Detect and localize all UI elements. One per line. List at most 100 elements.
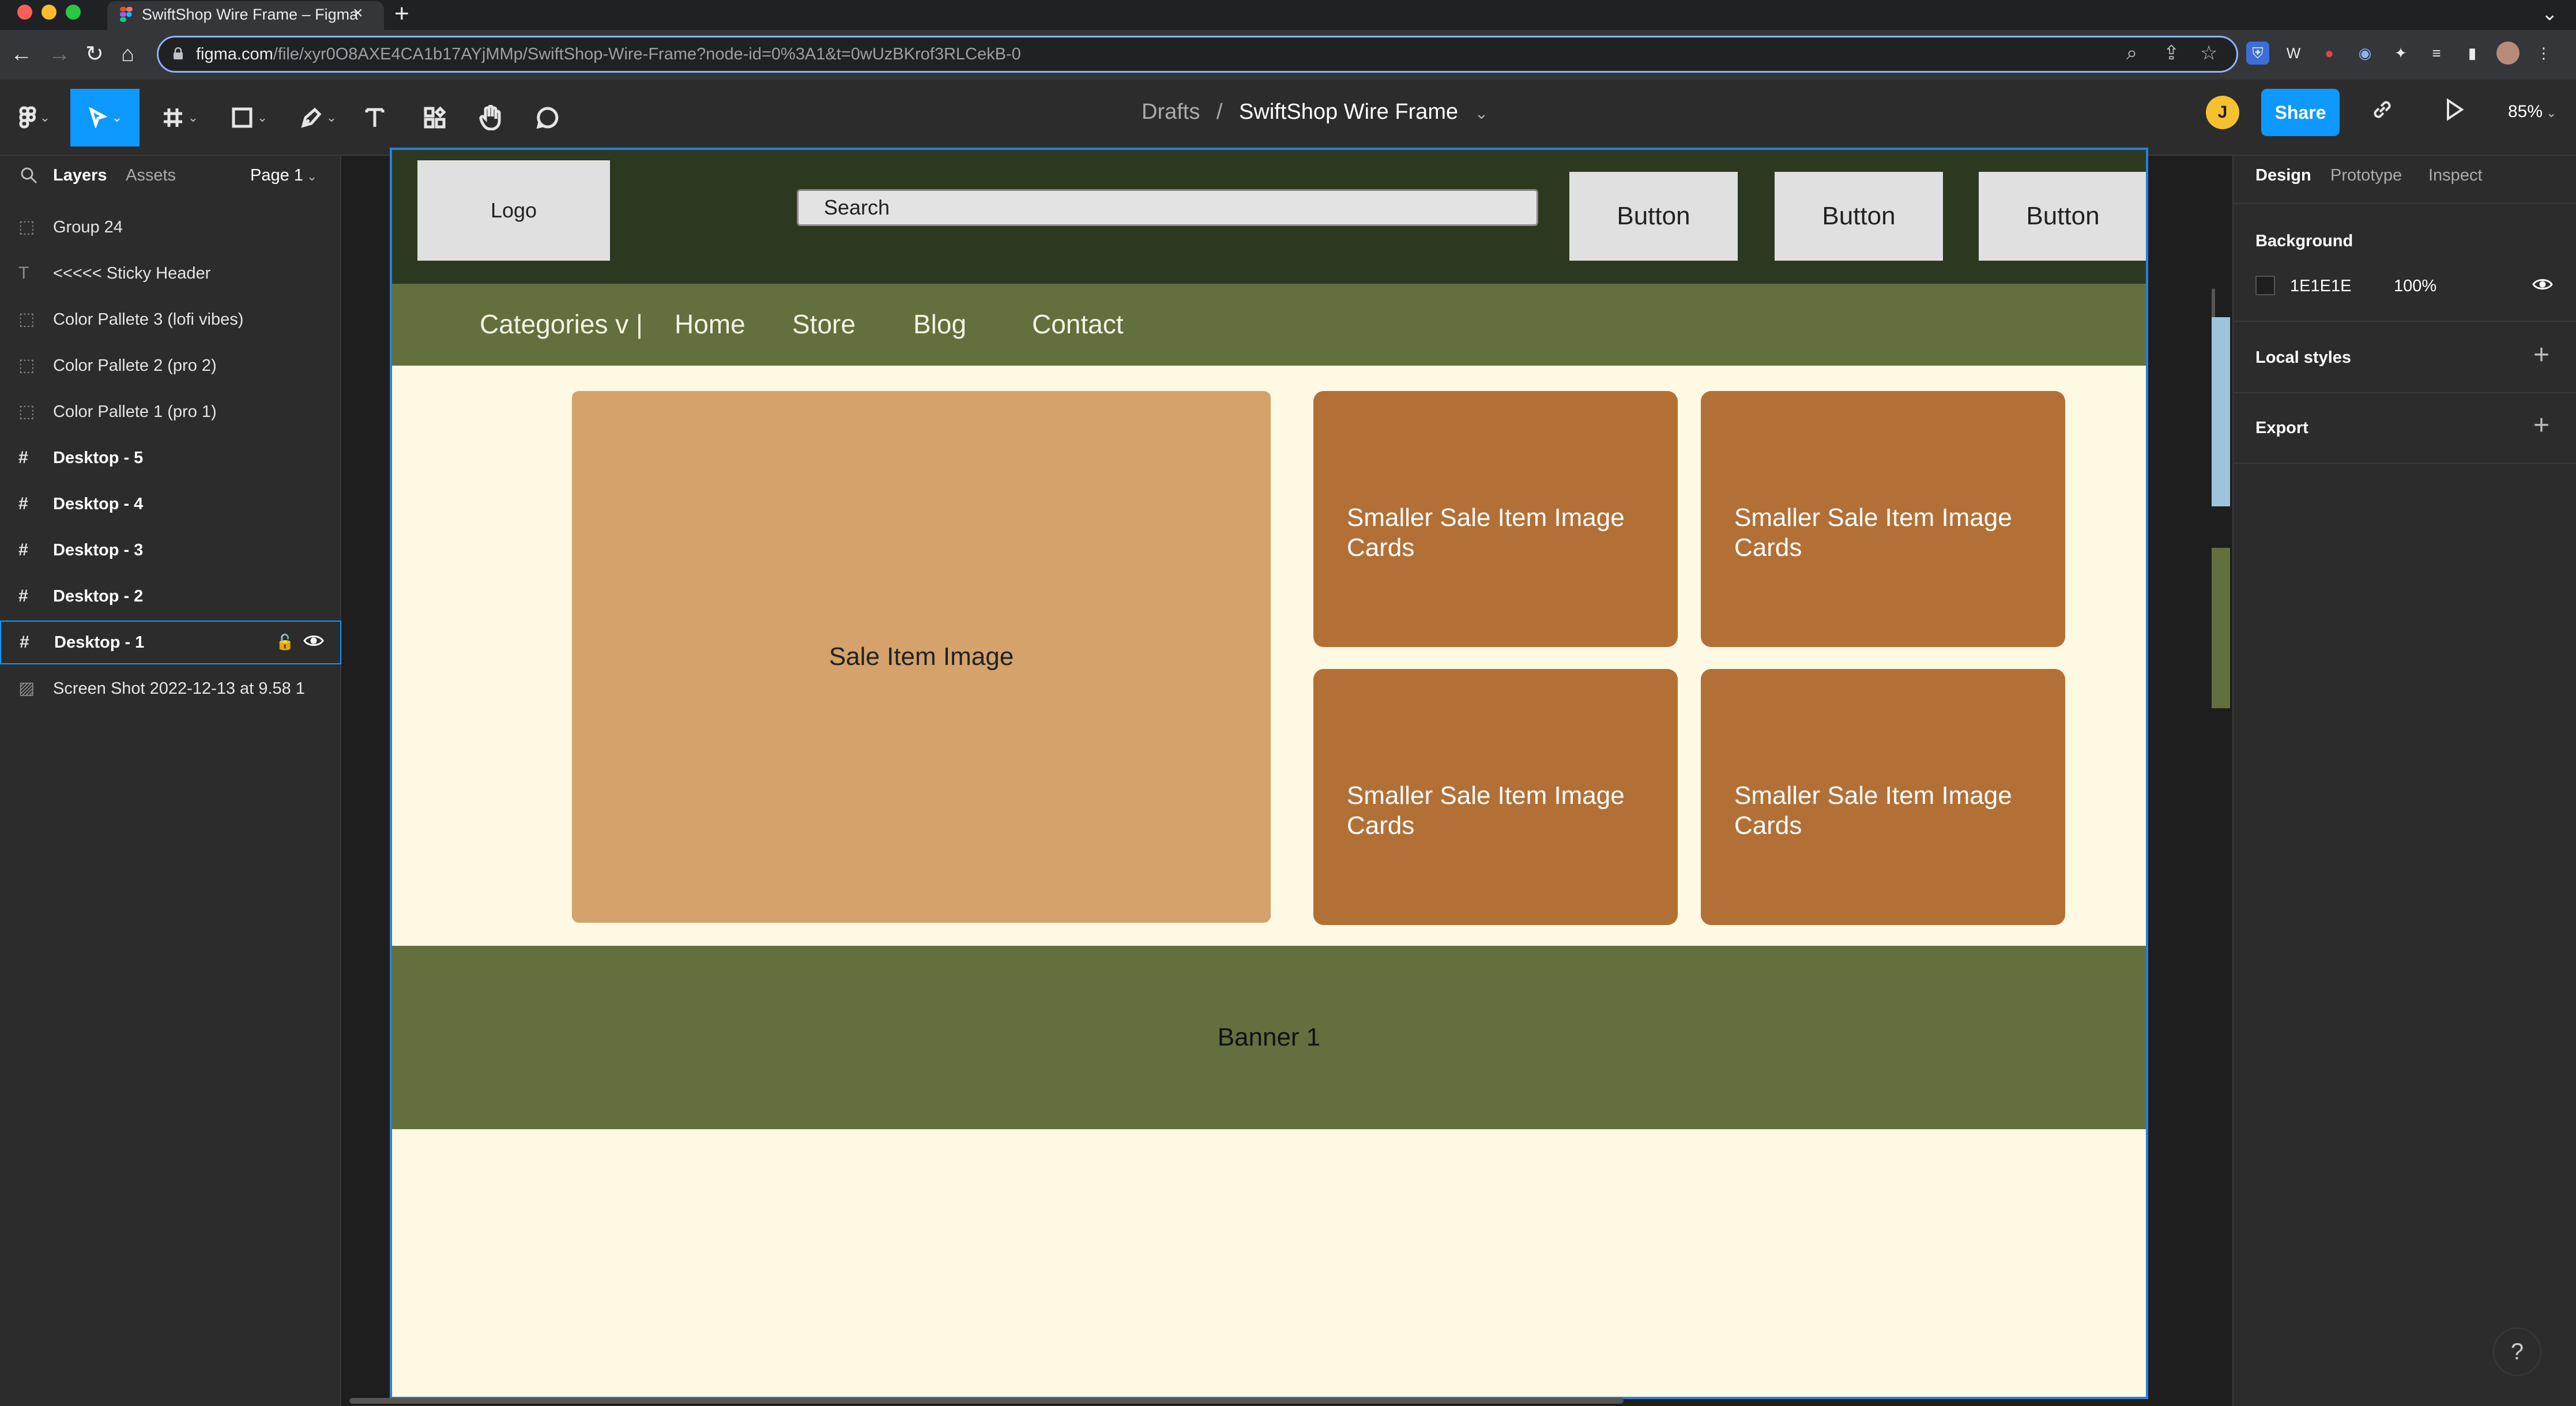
breadcrumb: Drafts / SwiftShop Wire Frame ⌄ — [1142, 98, 1488, 127]
sale-item-image[interactable]: Sale Item Image — [572, 391, 1271, 923]
frame-icon: # — [20, 633, 29, 652]
reload-icon[interactable]: ↻ — [85, 40, 104, 68]
lock-icon[interactable] — [173, 47, 183, 60]
sale-card-2[interactable]: Smaller Sale Item Image Cards — [1701, 391, 2065, 647]
background-visibility-eye-icon[interactable] — [2532, 277, 2553, 292]
url-text[interactable]: figma.com/file/xyr0O8AXE4CA1b17AYjMMp/Sw… — [196, 44, 1021, 65]
desktop-1-frame[interactable]: Logo Search Button Button Button Categor… — [390, 148, 2148, 1399]
frame-tool-button[interactable]: ⌄ — [151, 89, 209, 146]
extension-red-icon[interactable]: ● — [2318, 42, 2341, 65]
copy-link-icon[interactable] — [2368, 96, 2396, 123]
layer-label: Color Pallete 3 (lofi vibes) — [53, 310, 244, 329]
layer-row[interactable]: ⬚ Color Pallete 2 (pro 2) — [0, 344, 341, 388]
tab-search-chevron-icon[interactable]: ⌄ — [2541, 2, 2558, 25]
layer-row[interactable]: # Desktop - 2 — [0, 574, 341, 618]
nav-categories[interactable]: Categories v | — [480, 307, 643, 341]
back-arrow-icon[interactable]: ← — [10, 40, 32, 68]
background-hex-field[interactable]: 1E1E1E — [2290, 275, 2351, 298]
help-button[interactable]: ? — [2493, 1328, 2541, 1376]
zoom-dropdown[interactable]: 85% ⌄ — [2508, 99, 2556, 126]
wireframe-button-2[interactable]: Button — [1775, 172, 1943, 261]
add-export-plus-icon[interactable]: + — [2533, 411, 2549, 441]
banner-1[interactable]: Banner 1 — [392, 946, 2146, 1129]
shape-tool-button[interactable]: ⌄ — [220, 89, 278, 146]
canvas-vertical-scrollbar[interactable] — [2209, 288, 2230, 708]
extension-shield-icon[interactable]: ⛨ — [2246, 42, 2269, 65]
layer-label: Desktop - 5 — [53, 448, 144, 467]
maximize-window-button[interactable] — [66, 5, 81, 20]
image-icon: ▨ — [18, 679, 35, 698]
unlock-icon[interactable]: 🔓 — [276, 633, 294, 651]
tab-design[interactable]: Design — [2255, 164, 2311, 187]
side-panel-icon[interactable]: ▮ — [2461, 42, 2484, 65]
wireframe-search-input[interactable]: Search — [797, 189, 1538, 226]
page-selector[interactable]: Page 1 ⌄ — [250, 164, 317, 188]
breadcrumb-drafts[interactable]: Drafts — [1142, 100, 1200, 124]
reading-list-icon[interactable]: ≡ — [2425, 42, 2448, 65]
profile-avatar[interactable] — [2496, 42, 2519, 65]
hand-icon — [479, 105, 501, 130]
share-button[interactable]: Share — [2261, 89, 2340, 136]
layer-row[interactable]: # Desktop - 3 — [0, 528, 341, 572]
user-avatar[interactable]: J — [2206, 96, 2239, 129]
extensions-puzzle-icon[interactable]: ✦ — [2389, 42, 2412, 65]
file-name[interactable]: SwiftShop Wire Frame — [1239, 100, 1458, 124]
close-window-button[interactable] — [17, 5, 32, 20]
tab-layers[interactable]: Layers — [53, 164, 107, 187]
layer-row[interactable]: ⬚ Color Pallete 1 (pro 1) — [0, 390, 341, 434]
present-play-icon[interactable] — [2441, 97, 2466, 122]
layer-label: Desktop - 2 — [53, 587, 144, 606]
canvas-horizontal-scrollbar[interactable] — [349, 1398, 1624, 1404]
wireframe-button-3[interactable]: Button — [1979, 172, 2146, 261]
page-name: Page 1 — [250, 166, 303, 185]
background-color-swatch[interactable] — [2255, 276, 2275, 295]
tab-inspect[interactable]: Inspect — [2428, 164, 2483, 187]
layer-row[interactable]: # Desktop - 5 — [0, 436, 341, 480]
forward-arrow-icon[interactable]: → — [48, 40, 70, 68]
sale-card-4[interactable]: Smaller Sale Item Image Cards — [1701, 669, 2065, 925]
text-tool-button[interactable] — [357, 89, 392, 146]
layer-row[interactable]: ▨ Screen Shot 2022-12-13 at 9.58 1 — [0, 667, 341, 710]
move-tool-button[interactable]: ⌄ — [70, 89, 140, 146]
sale-card-1[interactable]: Smaller Sale Item Image Cards — [1313, 391, 1678, 647]
sale-card-3[interactable]: Smaller Sale Item Image Cards — [1313, 669, 1678, 925]
visibility-eye-icon[interactable] — [303, 633, 324, 648]
wireframe-logo[interactable]: Logo — [417, 160, 610, 261]
bookmark-star-icon[interactable]: ☆ — [2200, 42, 2217, 65]
pen-tool-button[interactable]: ⌄ — [289, 89, 347, 146]
layer-row[interactable]: ⬚ Group 24 — [0, 205, 341, 249]
comment-tool-button[interactable] — [528, 89, 567, 146]
design-panel — [2232, 156, 2576, 1406]
share-page-icon[interactable]: ⇪ — [2163, 42, 2180, 65]
nav-home[interactable]: Home — [675, 307, 745, 341]
layer-row[interactable]: ⬚ Color Pallete 3 (lofi vibes) — [0, 298, 341, 341]
tab-close-icon[interactable]: × — [353, 5, 363, 22]
add-local-style-plus-icon[interactable]: + — [2533, 340, 2549, 370]
file-menu-chevron-icon[interactable]: ⌄ — [1475, 104, 1488, 122]
panel-divider — [2232, 392, 2576, 393]
wireframe-header: Logo Search Button Button Button — [392, 150, 2146, 284]
minimize-window-button[interactable] — [42, 5, 57, 20]
layer-row[interactable]: T <<<<< Sticky Header — [0, 251, 341, 295]
hand-tool-button[interactable] — [470, 89, 510, 146]
background-section-title: Background — [2255, 232, 2353, 250]
nav-store[interactable]: Store — [792, 307, 856, 341]
browser-menu-icon[interactable]: ⋮ — [2532, 42, 2555, 65]
background-opacity-field[interactable]: 100% — [2394, 275, 2436, 298]
home-icon[interactable]: ⌂ — [121, 40, 134, 68]
extension-circle-icon[interactable]: ◉ — [2353, 42, 2377, 65]
tab-assets[interactable]: Assets — [126, 164, 176, 187]
nav-blog[interactable]: Blog — [913, 307, 966, 341]
wireframe-button-1[interactable]: Button — [1569, 172, 1738, 261]
layer-search-icon[interactable] — [18, 165, 39, 186]
zoom-magnifier-icon[interactable]: ⌕ — [2126, 42, 2137, 65]
tab-prototype[interactable]: Prototype — [2330, 164, 2402, 187]
extension-w-icon[interactable]: W — [2282, 42, 2305, 65]
resources-button[interactable] — [415, 89, 454, 146]
layer-label: Color Pallete 2 (pro 2) — [53, 356, 217, 375]
nav-contact[interactable]: Contact — [1032, 307, 1124, 341]
layer-row[interactable]: # Desktop - 4 — [0, 482, 341, 526]
group-icon: ⬚ — [18, 310, 35, 329]
main-menu-button[interactable]: ⌄ — [10, 89, 59, 146]
new-tab-button[interactable]: + — [394, 1, 409, 27]
